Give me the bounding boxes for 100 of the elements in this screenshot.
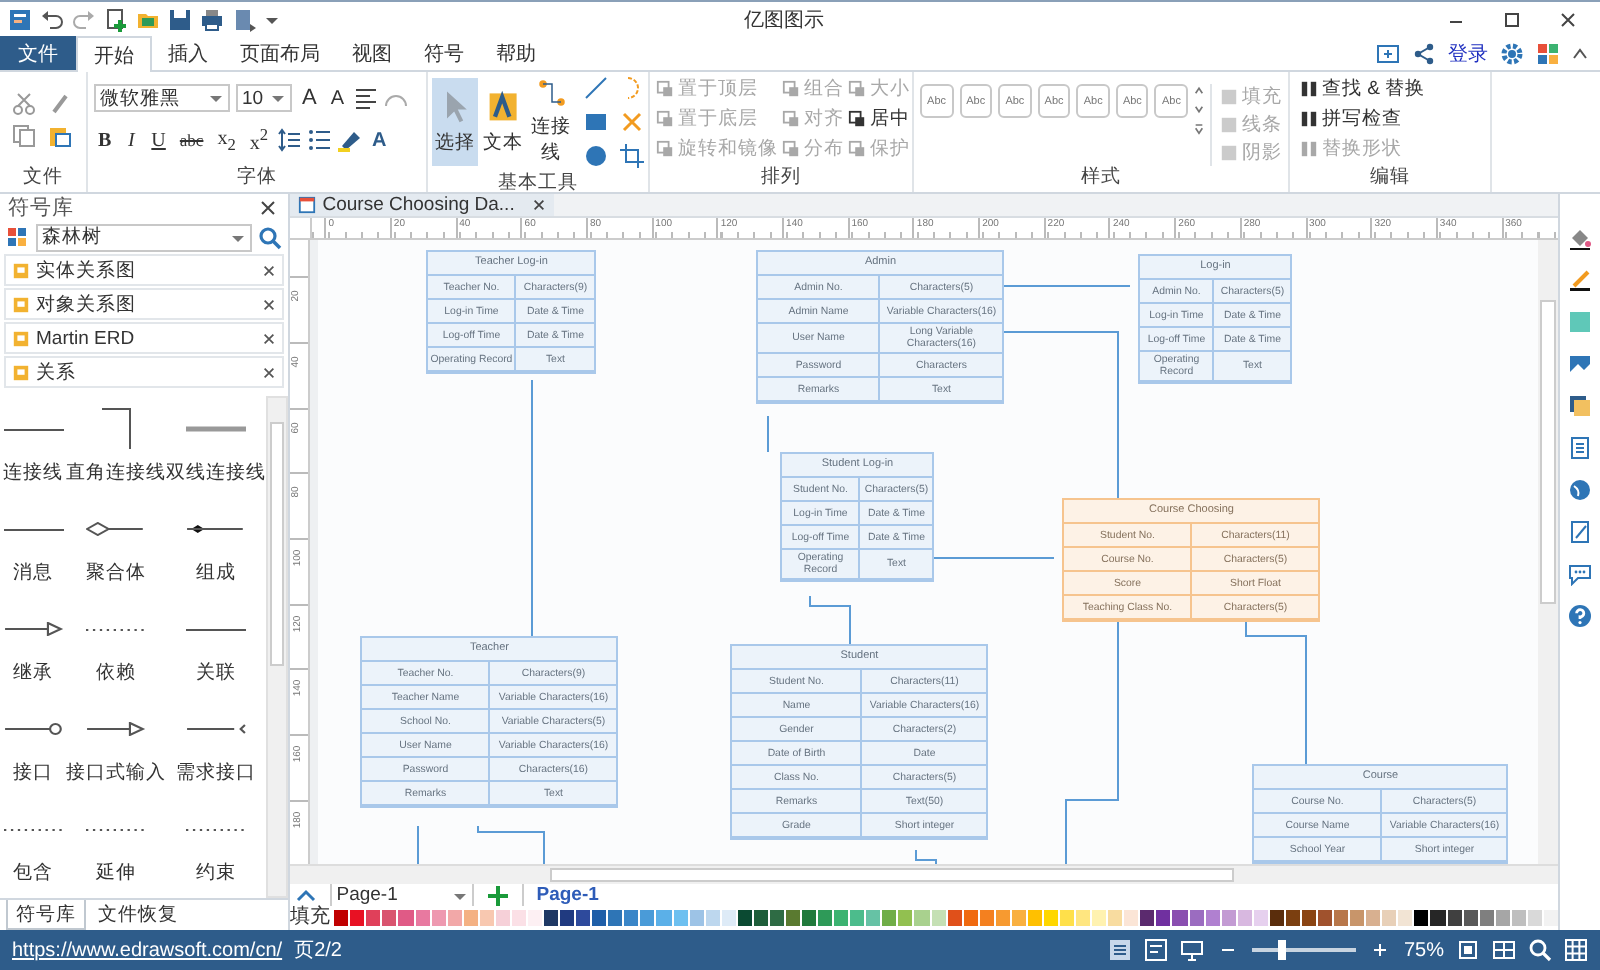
color-swatch[interactable] xyxy=(1076,910,1091,926)
menu-tab[interactable]: 开始 xyxy=(76,36,152,72)
search-field[interactable]: 森林树 xyxy=(36,223,253,251)
color-swatch[interactable] xyxy=(544,910,559,926)
format-button[interactable]: U xyxy=(147,129,170,151)
ellipse-icon[interactable] xyxy=(584,144,608,168)
library-category[interactable]: 实体关系图 xyxy=(4,254,285,286)
color-swatch[interactable] xyxy=(1172,910,1188,926)
color-swatch[interactable] xyxy=(1527,910,1542,926)
color-swatch[interactable] xyxy=(640,910,655,926)
format-button[interactable]: abc xyxy=(175,130,208,150)
layers-icon[interactable] xyxy=(1568,394,1593,418)
shape-item[interactable]: 需求接口 xyxy=(166,696,267,796)
page-tab[interactable]: Page-1 xyxy=(522,884,611,906)
add-page-icon[interactable] xyxy=(486,883,511,907)
color-swatch[interactable] xyxy=(673,910,688,926)
close-icon[interactable] xyxy=(256,196,281,220)
settings-icon[interactable] xyxy=(1500,41,1524,65)
color-swatch[interactable] xyxy=(802,910,817,926)
bullet-list-icon[interactable] xyxy=(308,128,333,152)
rectangle-icon[interactable] xyxy=(584,110,608,134)
grid-icon[interactable] xyxy=(1564,938,1588,962)
color-swatch[interactable] xyxy=(656,910,672,926)
close-icon[interactable] xyxy=(262,331,277,345)
close-icon[interactable] xyxy=(1556,7,1580,31)
color-swatch[interactable] xyxy=(979,910,994,926)
paste-icon[interactable] xyxy=(48,123,72,147)
redo-icon[interactable] xyxy=(72,7,96,31)
undo-icon[interactable] xyxy=(40,7,64,31)
font-family-select[interactable]: 微软雅黑 xyxy=(94,84,230,112)
panel-tab[interactable]: 文件恢复 xyxy=(90,900,186,930)
file-menu-tab[interactable]: 文件 xyxy=(0,36,76,70)
zoom-icon[interactable] xyxy=(1528,938,1552,962)
color-swatch[interactable] xyxy=(1140,910,1155,926)
shape-item[interactable]: 接口 xyxy=(0,696,67,796)
color-swatch[interactable] xyxy=(850,910,865,926)
font-size-select[interactable]: 10 xyxy=(236,84,292,112)
color-swatch[interactable] xyxy=(1285,910,1300,926)
library-category[interactable]: 关系 xyxy=(4,356,285,388)
export-icon[interactable] xyxy=(232,7,256,31)
color-swatch[interactable] xyxy=(1414,910,1429,926)
cut-icon[interactable] xyxy=(12,91,36,115)
tool-button[interactable]: 文本 xyxy=(480,78,526,166)
edit-button[interactable]: 查找 & 替换 xyxy=(1300,75,1426,103)
grow-font-button[interactable]: A xyxy=(298,86,321,110)
normal-view-icon[interactable] xyxy=(1107,938,1132,962)
color-swatch[interactable] xyxy=(834,910,849,926)
color-swatch[interactable] xyxy=(882,910,897,926)
format-button[interactable]: B xyxy=(94,129,116,151)
color-swatch[interactable] xyxy=(1334,910,1349,926)
shape-item[interactable]: 依赖 xyxy=(66,596,167,696)
color-swatch[interactable] xyxy=(608,910,623,926)
color-swatch[interactable] xyxy=(463,910,478,926)
caret-icon[interactable] xyxy=(270,90,286,106)
shape-item[interactable]: 接口式输入 xyxy=(66,696,167,796)
image-icon[interactable] xyxy=(1568,352,1593,376)
color-swatch[interactable] xyxy=(1253,910,1268,926)
color-swatch[interactable] xyxy=(1221,910,1236,926)
color-swatch[interactable] xyxy=(1479,910,1494,926)
highlighter-icon[interactable] xyxy=(338,128,363,152)
shape-item[interactable]: 消息 xyxy=(0,496,67,596)
page-select[interactable]: Page-1 xyxy=(330,884,475,906)
color-swatch[interactable] xyxy=(1463,910,1478,926)
color-swatch[interactable] xyxy=(1350,910,1365,926)
color-swatch[interactable] xyxy=(1447,910,1462,926)
color-swatch[interactable] xyxy=(366,910,381,926)
color-swatch[interactable] xyxy=(431,910,446,926)
format-button[interactable]: I xyxy=(121,129,142,151)
pen-line-icon[interactable] xyxy=(1568,268,1593,292)
search-icon[interactable] xyxy=(258,225,283,249)
fit-width-icon[interactable] xyxy=(1492,938,1516,962)
color-swatch[interactable] xyxy=(1060,910,1075,926)
comment-icon[interactable] xyxy=(1568,562,1593,586)
color-swatch[interactable] xyxy=(721,910,736,926)
shape-item[interactable]: 包含 xyxy=(0,796,67,896)
color-swatch[interactable] xyxy=(737,910,752,926)
color-swatch[interactable] xyxy=(1366,910,1381,926)
shape-item[interactable]: 连接线 xyxy=(0,396,67,496)
color-swatch[interactable] xyxy=(1124,910,1139,926)
library-icon[interactable] xyxy=(6,225,30,249)
shape-item[interactable]: 关联 xyxy=(166,596,267,696)
color-swatch[interactable] xyxy=(1430,910,1446,926)
library-category[interactable]: 对象关系图 xyxy=(4,288,285,320)
color-swatch[interactable] xyxy=(705,910,720,926)
edit-button[interactable]: 拼写检查 xyxy=(1300,105,1402,133)
color-swatch[interactable] xyxy=(1237,910,1252,926)
tool-button[interactable]: 连接线 xyxy=(528,78,574,166)
color-swatch[interactable] xyxy=(350,910,365,926)
color-swatch[interactable] xyxy=(624,910,639,926)
color-swatch[interactable] xyxy=(495,910,510,926)
scrollbar[interactable] xyxy=(290,864,1559,884)
color-swatch[interactable] xyxy=(1301,910,1317,926)
menu-tab[interactable]: 符号 xyxy=(408,36,480,70)
color-swatch[interactable] xyxy=(995,910,1010,926)
scrollbar[interactable] xyxy=(266,396,289,898)
library-category[interactable]: Martin ERD xyxy=(4,322,285,354)
close-icon[interactable] xyxy=(262,297,277,311)
globe-icon[interactable] xyxy=(1568,478,1593,502)
maximize-icon[interactable] xyxy=(1500,7,1524,31)
color-swatch[interactable] xyxy=(1092,910,1107,926)
